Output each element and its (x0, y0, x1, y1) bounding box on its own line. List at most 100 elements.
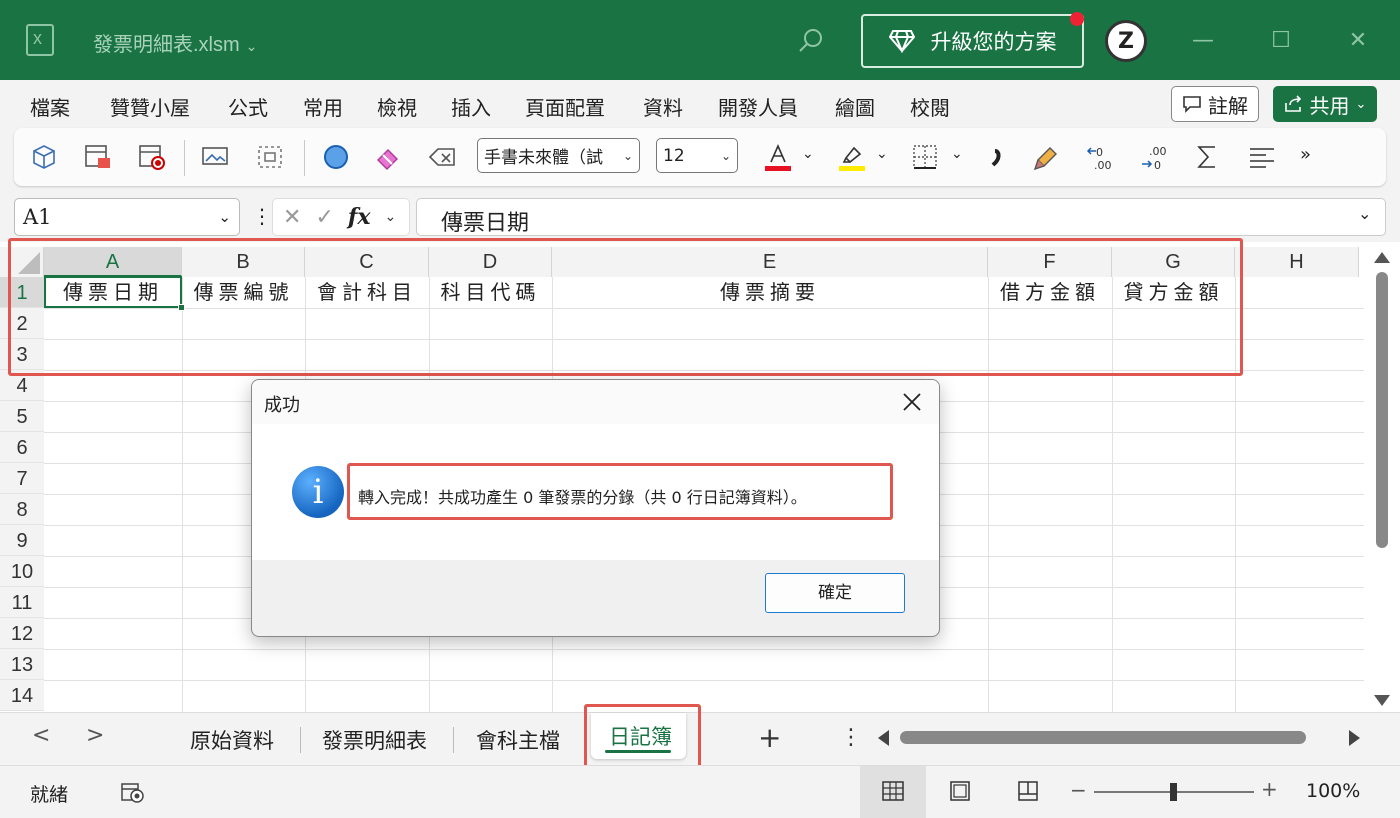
insert-function-button[interactable]: fx (348, 204, 371, 230)
font-size-dropdown[interactable]: 12 ⌄ (656, 138, 738, 173)
chevron-down-icon[interactable]: ⌄ (951, 146, 963, 162)
highlight-icon[interactable] (836, 142, 868, 172)
chevron-down-icon: ⌄ (622, 148, 633, 163)
menu-item-draw[interactable]: 繪圖 (835, 92, 875, 121)
picture-icon[interactable] (200, 142, 232, 172)
more-commands-icon[interactable]: » (1300, 144, 1311, 165)
comma-style-icon[interactable] (980, 142, 1012, 172)
close-window-icon[interactable]: ✕ (1343, 26, 1373, 56)
ok-button[interactable]: 確定 (765, 573, 905, 613)
zoom-out-icon[interactable]: − (1070, 778, 1087, 802)
column-header-h[interactable]: H (1235, 247, 1359, 277)
sheet-tab-raw-data[interactable]: 原始資料 (190, 725, 274, 755)
row-header-7[interactable]: 7 (0, 463, 44, 494)
scroll-thumb[interactable] (1376, 272, 1388, 548)
scroll-up-icon[interactable] (1374, 252, 1390, 263)
decrease-decimal-icon[interactable]: .00 0 (1140, 142, 1172, 172)
increase-decimal-icon[interactable]: 0.00 (1086, 142, 1118, 172)
clear-format-icon[interactable] (426, 142, 458, 172)
document-title[interactable]: 發票明細表.xlsm ⌄ (93, 28, 257, 57)
eraser-icon[interactable] (372, 142, 404, 172)
page-break-view-icon[interactable] (1016, 780, 1040, 802)
scroll-left-icon[interactable] (878, 730, 889, 746)
menu-item-view[interactable]: 檢視 (377, 92, 417, 121)
macro-sheet-icon[interactable] (82, 142, 114, 172)
vertical-scrollbar[interactable] (1366, 242, 1400, 712)
chevron-down-icon: ⌄ (1355, 96, 1367, 112)
close-icon[interactable] (900, 390, 924, 414)
row-header-11[interactable]: 11 (0, 587, 44, 618)
accessibility-icon[interactable] (120, 780, 146, 804)
font-name-dropdown[interactable]: 手書未來體（試 ⌄ (477, 138, 640, 173)
sheet-options-icon[interactable]: ⋮ (840, 725, 862, 750)
menu-item-home[interactable]: 常用 (303, 92, 343, 121)
format-painter-icon[interactable] (1032, 142, 1064, 172)
row-header-13[interactable]: 13 (0, 649, 44, 680)
sheet-tab-account-master[interactable]: 會科主檔 (476, 725, 560, 755)
add-sheet-button[interactable]: + (758, 721, 781, 754)
align-left-icon[interactable] (1246, 142, 1278, 172)
zoom-in-icon[interactable]: + (1261, 777, 1278, 801)
sheet-tab-invoice-detail[interactable]: 發票明細表 (322, 725, 427, 755)
zoom-slider-knob[interactable] (1170, 783, 1177, 801)
maximize-icon[interactable]: ☐ (1266, 26, 1296, 56)
svg-text:.00: .00 (1094, 159, 1112, 172)
tab-scroll-right-icon[interactable]: > (86, 723, 104, 748)
menu-item-data[interactable]: 資料 (643, 92, 683, 121)
formula-options-icon[interactable]: ⋮ (252, 204, 272, 228)
menu-item-zanzan[interactable]: 贊贊小屋 (110, 92, 190, 121)
scroll-down-icon[interactable] (1374, 695, 1390, 706)
chevron-down-icon[interactable]: ⌄ (876, 146, 888, 162)
row-header-8[interactable]: 8 (0, 494, 44, 525)
menu-item-page-layout[interactable]: 頁面配置 (525, 92, 605, 121)
vba-cube-icon[interactable] (28, 142, 60, 172)
select-objects-icon[interactable] (254, 142, 286, 172)
menu-item-file[interactable]: 檔案 (30, 92, 70, 121)
menu-item-insert[interactable]: 插入 (451, 92, 491, 121)
svg-text:0: 0 (1154, 159, 1161, 172)
normal-view-button[interactable] (860, 766, 926, 818)
row-header-10[interactable]: 10 (0, 556, 44, 587)
comments-button[interactable]: 註解 (1171, 86, 1259, 122)
grid-line (44, 649, 1364, 650)
title-bar: 發票明細表.xlsm⌄ 升級您的方案 Z — ☐ ✕ (0, 0, 1400, 80)
check-icon[interactable]: ✓ (315, 205, 333, 230)
chevron-down-icon[interactable]: ⌄ (802, 146, 814, 162)
svg-text:0: 0 (1096, 146, 1103, 159)
shape-circle-icon[interactable] (320, 142, 352, 172)
row-header-9[interactable]: 9 (0, 525, 44, 556)
formula-input[interactable]: 傳票日期 (416, 198, 1386, 236)
borders-icon[interactable] (910, 142, 942, 172)
chevron-down-icon[interactable]: ⌄ (384, 209, 396, 225)
cancel-icon[interactable]: ✕ (283, 205, 301, 230)
menu-item-developer[interactable]: 開發人員 (718, 92, 798, 121)
row-header-6[interactable]: 6 (0, 432, 44, 463)
ribbon: 手書未來體（試 ⌄ 12 ⌄ ⌄ ⌄ ⌄ 0.00 .00 0 » (0, 128, 1400, 190)
row-header-14[interactable]: 14 (0, 680, 44, 711)
search-icon[interactable] (796, 26, 826, 56)
menu-item-formulas[interactable]: 公式 (228, 92, 268, 121)
menu-item-review[interactable]: 校閱 (910, 92, 950, 121)
avatar[interactable]: Z (1105, 20, 1147, 62)
font-color-icon[interactable] (762, 142, 794, 172)
name-box[interactable]: A1 ⌄ (14, 198, 240, 236)
scroll-right-icon[interactable] (1349, 730, 1360, 746)
zoom-level[interactable]: 100% (1306, 780, 1360, 802)
autosum-icon[interactable] (1192, 142, 1224, 172)
page-layout-view-icon[interactable] (948, 780, 972, 802)
scroll-thumb[interactable] (900, 731, 1306, 744)
share-button[interactable]: 共用 ⌄ (1273, 86, 1377, 122)
zoom-slider[interactable] (1094, 783, 1254, 801)
horizontal-scrollbar[interactable] (872, 727, 1366, 749)
notification-dot (1070, 12, 1084, 26)
record-macro-icon[interactable] (136, 142, 168, 172)
ribbon-divider (304, 140, 305, 176)
expand-formula-icon[interactable]: ⌄ (1358, 204, 1371, 223)
minimize-icon[interactable]: — (1188, 26, 1218, 56)
tab-scroll-left-icon[interactable]: < (32, 723, 50, 748)
upgrade-plan-button[interactable]: 升級您的方案 (861, 12, 1084, 68)
row-header-12[interactable]: 12 (0, 618, 44, 649)
row-header-5[interactable]: 5 (0, 401, 44, 432)
comment-icon (1183, 96, 1201, 113)
diamond-icon (888, 30, 915, 53)
